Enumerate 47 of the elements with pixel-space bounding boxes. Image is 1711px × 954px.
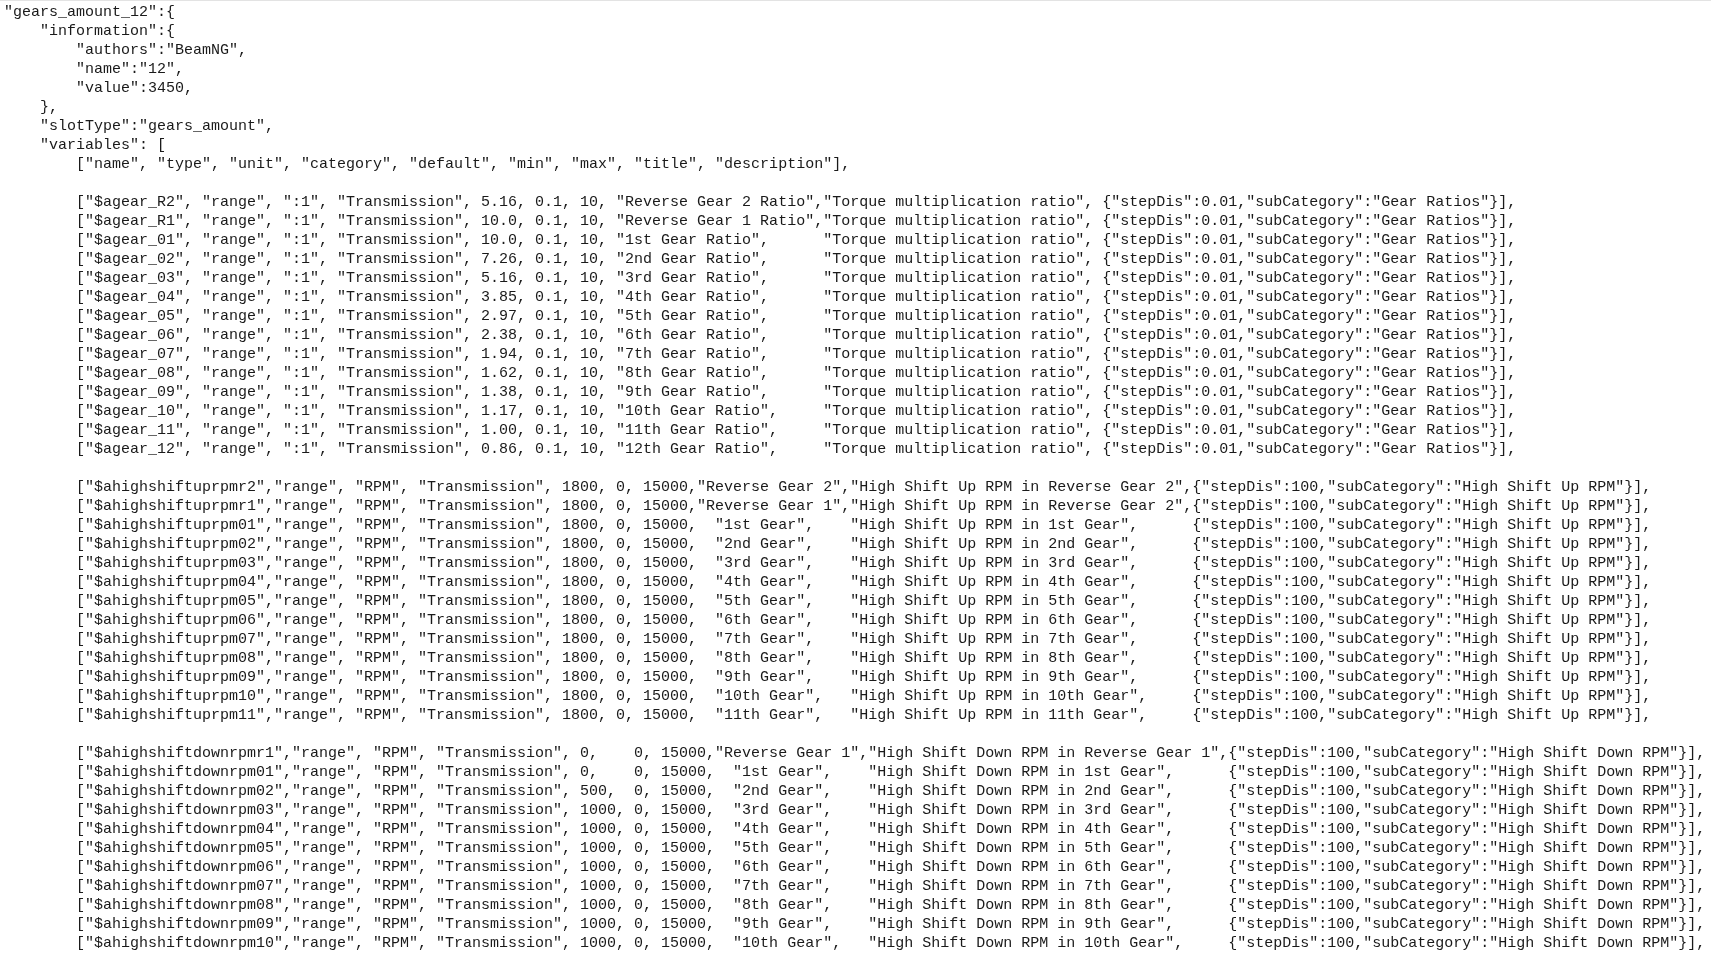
code-line: ["$agear_02", "range", ":1", "Transmission", 7.26, 0.1, 10, "2nd Gear Ratio", "Torque multiplication ratio", {"stepDis":0.01,"subCategory":"Gear Ratios"}], [75,250,1517,269]
code-line: "information":{ [39,22,176,41]
code-line: ["$agear_R2", "range", ":1", "Transmission", 5.16, 0.1, 10, "Reverse Gear 2 Ratio","Torque multiplication ratio", {"stepDis":0.01,"subCategory":"Gear Ratios"}], [75,193,1517,212]
code-line: ["$agear_03", "range", ":1", "Transmission", 5.16, 0.1, 10, "3rd Gear Ratio", "Torque multiplication ratio", {"stepDis":0.01,"subCategory":"Gear Ratios"}], [75,269,1517,288]
code-line: ["$ahighshiftuprpm05","range", "RPM", "Transmission", 1800, 0, 15000, "5th Gear", "High Shift Up RPM in 5th Gear", {"stepDis":100,"subCategory":"High Shift Up RPM"}], [75,592,1652,611]
code-line: "authors":"BeamNG", [75,41,248,60]
code-line: ["$ahighshiftdownrpmr1","range", "RPM", "Transmission", 0, 0, 15000,"Reverse Gear 1","High Shift Down RPM in Reverse Gear 1",{"stepDis":100,"subCategory":"High Shift Down RPM"}], [75,744,1706,763]
code-line: "slotType":"gears_amount", [39,117,275,136]
code-line: ["$ahighshiftuprpm03","range", "RPM", "Transmission", 1800, 0, 15000, "3rd Gear", "High Shift Up RPM in 3rd Gear", {"stepDis":100,"subCategory":"High Shift Up RPM"}], [75,554,1652,573]
code-line: ["$ahighshiftuprpm07","range", "RPM", "Transmission", 1800, 0, 15000, "7th Gear", "High Shift Up RPM in 7th Gear", {"stepDis":100,"subCategory":"High Shift Up RPM"}], [75,630,1652,649]
code-line: ["$ahighshiftdownrpm06","range", "RPM", "Transmission", 1000, 0, 15000, "6th Gear", "High Shift Down RPM in 6th Gear", {"stepDis":100,"subCategory":"High Shift Down RPM"}], [75,858,1706,877]
code-line: ["$ahighshiftdownrpm07","range", "RPM", "Transmission", 1000, 0, 15000, "7th Gear", "High Shift Down RPM in 7th Gear", {"stepDis":100,"subCategory":"High Shift Down RPM"}], [75,877,1706,896]
code-line: ["name", "type", "unit", "category", "default", "min", "max", "title", "description"], [75,155,851,174]
code-line: ["$ahighshiftdownrpm01","range", "RPM", "Transmission", 0, 0, 15000, "1st Gear", "High Shift Down RPM in 1st Gear", {"stepDis":100,"subCategory":"High Shift Down RPM"}], [75,763,1706,782]
code-line: ["$ahighshiftuprpmr1","range", "RPM", "Transmission", 1800, 0, 15000,"Reverse Gear 1","High Shift Up RPM in Reverse Gear 2",{"stepDis":100,"subCategory":"High Shift Up RPM"}], [75,497,1652,516]
code-line: ["$agear_08", "range", ":1", "Transmission", 1.62, 0.1, 10, "8th Gear Ratio", "Torque multiplication ratio", {"stepDis":0.01,"subCategory":"Gear Ratios"}], [75,364,1517,383]
code-line: ["$agear_05", "range", ":1", "Transmission", 2.97, 0.1, 10, "5th Gear Ratio", "Torque multiplication ratio", {"stepDis":0.01,"subCategory":"Gear Ratios"}], [75,307,1517,326]
code-line: ["$ahighshiftuprpm06","range", "RPM", "Transmission", 1800, 0, 15000, "6th Gear", "High Shift Up RPM in 6th Gear", {"stepDis":100,"subCategory":"High Shift Up RPM"}], [75,611,1652,630]
code-line: ["$ahighshiftdownrpm10","range", "RPM", "Transmission", 1000, 0, 15000, "10th Gear", "High Shift Down RPM in 10th Gear", {"stepDis":100,"subCategory":"High Shift Down RPM"}], [75,934,1706,953]
code-line: }, [39,98,58,117]
code-line: ["$ahighshiftuprpm09","range", "RPM", "Transmission", 1800, 0, 15000, "9th Gear", "High Shift Up RPM in 9th Gear", {"stepDis":100,"subCategory":"High Shift Up RPM"}], [75,668,1652,687]
code-line: ["$ahighshiftuprpmr2","range", "RPM", "Transmission", 1800, 0, 15000,"Reverse Gear 2","High Shift Up RPM in Reverse Gear 2",{"stepDis":100,"subCategory":"High Shift Up RPM"}], [75,478,1652,497]
code-line: ["$agear_R1", "range", ":1", "Transmission", 10.0, 0.1, 10, "Reverse Gear 1 Ratio","Torque multiplication ratio", {"stepDis":0.01,"subCategory":"Gear Ratios"}], [75,212,1517,231]
code-line: ["$ahighshiftdownrpm03","range", "RPM", "Transmission", 1000, 0, 15000, "3rd Gear", "High Shift Down RPM in 3rd Gear", {"stepDis":100,"subCategory":"High Shift Down RPM"}], [75,801,1706,820]
code-line: ["$ahighshiftuprpm10","range", "RPM", "Transmission", 1800, 0, 15000, "10th Gear", "High Shift Up RPM in 10th Gear", {"stepDis":100,"subCategory":"High Shift Up RPM"}], [75,687,1652,706]
code-line: "name":"12", [75,60,185,79]
code-line: ["$ahighshiftuprpm02","range", "RPM", "Transmission", 1800, 0, 15000, "2nd Gear", "High Shift Up RPM in 2nd Gear", {"stepDis":100,"subCategory":"High Shift Up RPM"}], [75,535,1652,554]
code-line: ["$ahighshiftdownrpm02","range", "RPM", "Transmission", 500, 0, 15000, "2nd Gear", "High Shift Down RPM in 2nd Gear", {"stepDis":100,"subCategory":"High Shift Down RPM"}], [75,782,1706,801]
code-line: ["$agear_07", "range", ":1", "Transmission", 1.94, 0.1, 10, "7th Gear Ratio", "Torque multiplication ratio", {"stepDis":0.01,"subCategory":"Gear Ratios"}], [75,345,1517,364]
code-line: ["$agear_10", "range", ":1", "Transmission", 1.17, 0.1, 10, "10th Gear Ratio", "Torque multiplication ratio", {"stepDis":0.01,"subCategory":"Gear Ratios"}], [75,402,1517,421]
code-line: ["$agear_11", "range", ":1", "Transmission", 1.00, 0.1, 10, "11th Gear Ratio", "Torque multiplication ratio", {"stepDis":0.01,"subCategory":"Gear Ratios"}], [75,421,1517,440]
code-line: ["$agear_01", "range", ":1", "Transmission", 10.0, 0.1, 10, "1st Gear Ratio", "Torque multiplication ratio", {"stepDis":0.01,"subCategory":"Gear Ratios"}], [75,231,1517,250]
code-line: ["$agear_09", "range", ":1", "Transmission", 1.38, 0.1, 10, "9th Gear Ratio", "Torque multiplication ratio", {"stepDis":0.01,"subCategory":"Gear Ratios"}], [75,383,1517,402]
code-line: ["$ahighshiftuprpm11","range", "RPM", "Transmission", 1800, 0, 15000, "11th Gear", "High Shift Up RPM in 11th Gear", {"stepDis":100,"subCategory":"High Shift Up RPM"}], [75,706,1652,725]
code-line: ["$ahighshiftdownrpm09","range", "RPM", "Transmission", 1000, 0, 15000, "9th Gear", "High Shift Down RPM in 9th Gear", {"stepDis":100,"subCategory":"High Shift Down RPM"}], [75,915,1706,934]
code-line: ["$agear_04", "range", ":1", "Transmission", 3.85, 0.1, 10, "4th Gear Ratio", "Torque multiplication ratio", {"stepDis":0.01,"subCategory":"Gear Ratios"}], [75,288,1517,307]
code-line: "variables": [ [39,136,167,155]
code-line: ["$agear_12", "range", ":1", "Transmission", 0.86, 0.1, 10, "12th Gear Ratio", "Torque multiplication ratio", {"stepDis":0.01,"subCategory":"Gear Ratios"}], [75,440,1517,459]
code-line: ["$ahighshiftdownrpm08","range", "RPM", "Transmission", 1000, 0, 15000, "8th Gear", "High Shift Down RPM in 8th Gear", {"stepDis":100,"subCategory":"High Shift Down RPM"}], [75,896,1706,915]
code-line: ["$agear_06", "range", ":1", "Transmission", 2.38, 0.1, 10, "6th Gear Ratio", "Torque multiplication ratio", {"stepDis":0.01,"subCategory":"Gear Ratios"}], [75,326,1517,345]
code-line: ["$ahighshiftdownrpm05","range", "RPM", "Transmission", 1000, 0, 15000, "5th Gear", "High Shift Down RPM in 5th Gear", {"stepDis":100,"subCategory":"High Shift Down RPM"}], [75,839,1706,858]
code-line: ["$ahighshiftdownrpm04","range", "RPM", "Transmission", 1000, 0, 15000, "4th Gear", "High Shift Down RPM in 4th Gear", {"stepDis":100,"subCategory":"High Shift Down RPM"}], [75,820,1706,839]
code-line: ["$ahighshiftuprpm08","range", "RPM", "Transmission", 1800, 0, 15000, "8th Gear", "High Shift Up RPM in 8th Gear", {"stepDis":100,"subCategory":"High Shift Up RPM"}], [75,649,1652,668]
code-line: "value":3450, [75,79,194,98]
code-line: "gears_amount_12":{ [4,3,176,22]
code-line: ["$ahighshiftuprpm04","range", "RPM", "Transmission", 1800, 0, 15000, "4th Gear", "High Shift Up RPM in 4th Gear", {"stepDis":100,"subCategory":"High Shift Up RPM"}], [75,573,1652,592]
code-line: ["$ahighshiftuprpm01","range", "RPM", "Transmission", 1800, 0, 15000, "1st Gear", "High Shift Up RPM in 1st Gear", {"stepDis":100,"subCategory":"High Shift Up RPM"}], [75,516,1652,535]
